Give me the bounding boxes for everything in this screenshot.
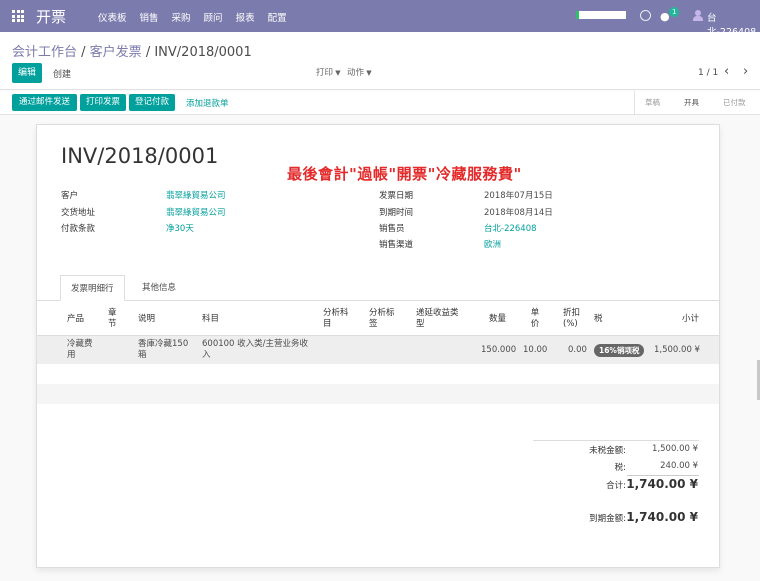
action-label: 动作 [347, 68, 365, 78]
col-description: 说明 [138, 314, 156, 324]
invoice-number: INV/2018/0001 [61, 144, 219, 168]
main-menu: 仪表板 销售 采购 顾问 报表 配置 [98, 10, 287, 24]
caret-down-icon: ▼ [364, 69, 372, 77]
menu-purchase[interactable]: 采购 [172, 10, 191, 24]
sales-channel-value[interactable]: 欧洲 [484, 238, 501, 250]
customer-label: 客户 [61, 191, 79, 201]
menu-advisor[interactable]: 顾问 [204, 10, 223, 24]
chat-badge: 1 [669, 7, 680, 17]
cell-account: 600100 收入类/主营业务收入 [202, 339, 309, 360]
totals-divider [533, 440, 699, 441]
col-analytic-account: 分析科目 [323, 308, 349, 329]
salesperson-value[interactable]: 台北-226408 [484, 222, 537, 234]
pager-next-icon[interactable]: › [743, 64, 748, 79]
salesperson-label: 销售员 [379, 224, 405, 234]
amount-due-label: 到期金额: [589, 514, 626, 524]
pager-previous-icon[interactable]: ‹ [724, 64, 729, 79]
breadcrumb-invoices[interactable]: 客户发票 [90, 45, 142, 60]
stage-paid[interactable]: 已付款 [723, 97, 746, 108]
register-payment-button[interactable]: 登记付款 [129, 94, 175, 111]
add-credit-note-button[interactable]: 添加退款单 [186, 97, 229, 109]
col-account: 科目 [202, 314, 220, 324]
print-invoice-button[interactable]: 打印发票 [80, 94, 126, 111]
total-amount: 1,740.00 ¥ [626, 477, 698, 491]
invoice-date-label: 发票日期 [379, 191, 414, 201]
col-section: 章节 [108, 308, 117, 329]
stage-draft[interactable]: 草稿 [645, 97, 660, 108]
progress-indicator [576, 11, 626, 19]
terms-label: 付款条款 [61, 224, 96, 234]
breadcrumb-sep: / [81, 45, 90, 60]
tax-label: 税: [614, 463, 626, 473]
sales-channel-label: 销售渠道 [379, 240, 414, 250]
col-taxes: 税 [594, 314, 603, 324]
breadcrumb: 会计工作台 / 客户发票 / INV/2018/0001 [12, 41, 252, 60]
breadcrumb-current: INV/2018/0001 [154, 45, 252, 60]
edit-button[interactable]: 编辑 [12, 63, 42, 83]
total-divider [627, 475, 699, 476]
control-panel: 会计工作台 / 客户发票 / INV/2018/0001 编辑 创建 打印 ▼ … [0, 32, 760, 90]
due-date-label: 到期时间 [379, 208, 414, 218]
pager-value[interactable]: 1 / 1 [698, 68, 718, 78]
cell-quantity: 150.000 [481, 345, 517, 355]
apps-grid-icon[interactable] [12, 10, 24, 22]
col-subtotal: 小计 [682, 314, 700, 324]
cell-description: 香庫冷藏150箱 [138, 339, 189, 360]
cell-product: 冷藏费用 [67, 339, 93, 360]
app-title[interactable]: 开票 [36, 6, 66, 27]
cell-discount: 0.00 [568, 345, 587, 355]
col-product: 产品 [67, 314, 85, 324]
cell-subtotal: 1,500.00 ¥ [654, 345, 700, 355]
caret-down-icon: ▼ [333, 69, 341, 77]
untaxed-amount: 1,500.00 ¥ [652, 444, 698, 454]
action-dropdown[interactable]: 动作 ▼ [347, 66, 372, 78]
top-navbar: 开票 仪表板 销售 采购 顾问 报表 配置 ● 1 台北-226408 [0, 0, 760, 38]
user-avatar-icon[interactable] [693, 10, 703, 21]
cell-unit-price: 10.00 [523, 345, 548, 355]
clock-icon[interactable] [640, 10, 651, 21]
print-label: 打印 [316, 68, 334, 78]
stage-divider [634, 91, 635, 115]
due-date-value: 2018年08月14日 [484, 208, 553, 218]
tax-amount: 240.00 ¥ [660, 461, 698, 471]
col-quantity: 数量 [489, 314, 507, 324]
invoice-sheet: INV/2018/0001 最後會計"過帳"開票"冷藏服務費" 客户 翡翠綠貿易… [36, 124, 720, 568]
tax-tag: 16%销项税 [594, 344, 645, 357]
total-label: 合计: [606, 481, 626, 491]
untaxed-label: 未税金额: [589, 446, 626, 456]
menu-sales[interactable]: 销售 [140, 10, 159, 24]
tab-other-info[interactable]: 其他信息 [132, 275, 186, 301]
customer-value[interactable]: 翡翠綠貿易公司 [166, 189, 226, 201]
delivery-label: 交货地址 [61, 208, 96, 218]
col-deferred-type: 递延收益类型 [416, 308, 459, 329]
terms-value[interactable]: 净30天 [166, 222, 194, 234]
create-button[interactable]: 创建 [53, 67, 71, 80]
empty-table-row[interactable] [37, 384, 719, 404]
print-dropdown[interactable]: 打印 ▼ [316, 66, 341, 78]
invoice-date-value: 2018年07月15日 [484, 191, 553, 201]
stage-open[interactable]: 开具 [684, 97, 699, 108]
col-discount: 折扣(%) [563, 308, 581, 329]
col-analytic-tags: 分析标签 [369, 308, 395, 329]
tab-invoice-lines[interactable]: 发票明细行 [60, 275, 125, 301]
menu-reports[interactable]: 报表 [236, 10, 255, 24]
delivery-value[interactable]: 翡翠綠貿易公司 [166, 206, 226, 218]
send-email-button[interactable]: 通过邮件发送 [12, 94, 77, 111]
breadcrumb-accounting[interactable]: 会计工作台 [12, 45, 77, 60]
menu-dashboard[interactable]: 仪表板 [98, 10, 127, 24]
status-bar: 通过邮件发送 打印发票 登记付款 添加退款单 草稿 开具 已付款 [0, 91, 760, 115]
amount-due: 1,740.00 ¥ [626, 510, 698, 524]
col-unit-price: 单价 [530, 308, 540, 329]
annotation-note: 最後會計"過帳"開票"冷藏服務費" [287, 165, 522, 183]
menu-config[interactable]: 配置 [268, 10, 287, 24]
